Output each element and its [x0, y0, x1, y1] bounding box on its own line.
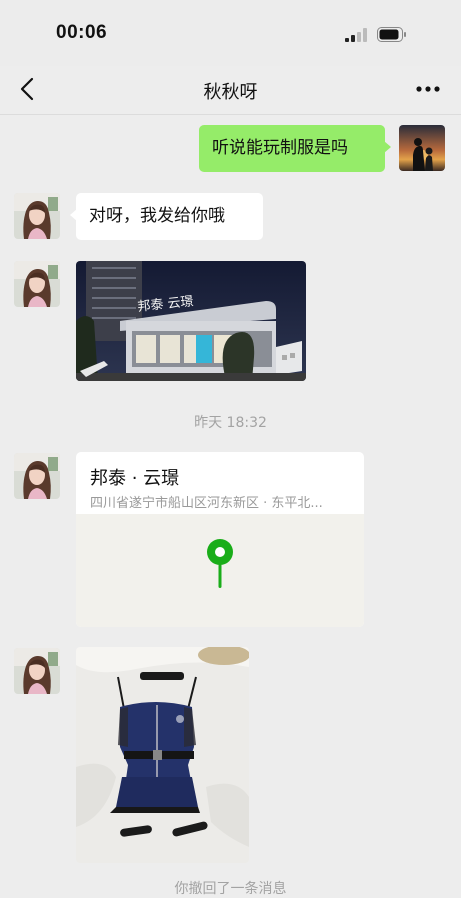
- building-photo-message[interactable]: 邦泰 云璟: [76, 261, 306, 381]
- contact-avatar[interactable]: [14, 261, 60, 307]
- contact-avatar[interactable]: [14, 453, 60, 499]
- battery-icon: [377, 27, 406, 42]
- message-timestamp: 昨天 18:32: [194, 415, 267, 431]
- location-map: [76, 514, 364, 627]
- contact-message-bubble[interactable]: 对呀，我发给你哦: [70, 193, 263, 240]
- my-avatar[interactable]: [399, 125, 445, 171]
- signal-icon: [345, 28, 367, 42]
- location-message[interactable]: 邦泰 · 云璟 四川省遂宁市船山区河东新区 · 东平北...: [76, 452, 364, 627]
- location-address: 四川省遂宁市船山区河东新区 · 东平北...: [90, 496, 323, 511]
- map-pin-icon: [207, 539, 233, 588]
- location-name: 邦泰 · 云璟: [90, 468, 180, 489]
- status-time: 00:06: [56, 22, 108, 43]
- header-divider: [0, 114, 461, 115]
- contact-avatar[interactable]: [14, 648, 60, 694]
- my-message-bubble[interactable]: 听说能玩制服是吗: [199, 125, 391, 172]
- chat-title: 秋秋呀: [203, 82, 258, 103]
- chat-header: 秋秋呀: [0, 66, 461, 114]
- status-bar: 00:06: [0, 0, 461, 66]
- more-options-icon[interactable]: [414, 80, 442, 98]
- contact-avatar[interactable]: [14, 193, 60, 239]
- uniform-photo-message[interactable]: [76, 647, 249, 863]
- recall-notice: 你撤回了一条消息: [174, 881, 287, 897]
- message-text: 对呀，我发给你哦: [89, 206, 225, 226]
- message-text: 听说能玩制服是吗: [212, 138, 348, 158]
